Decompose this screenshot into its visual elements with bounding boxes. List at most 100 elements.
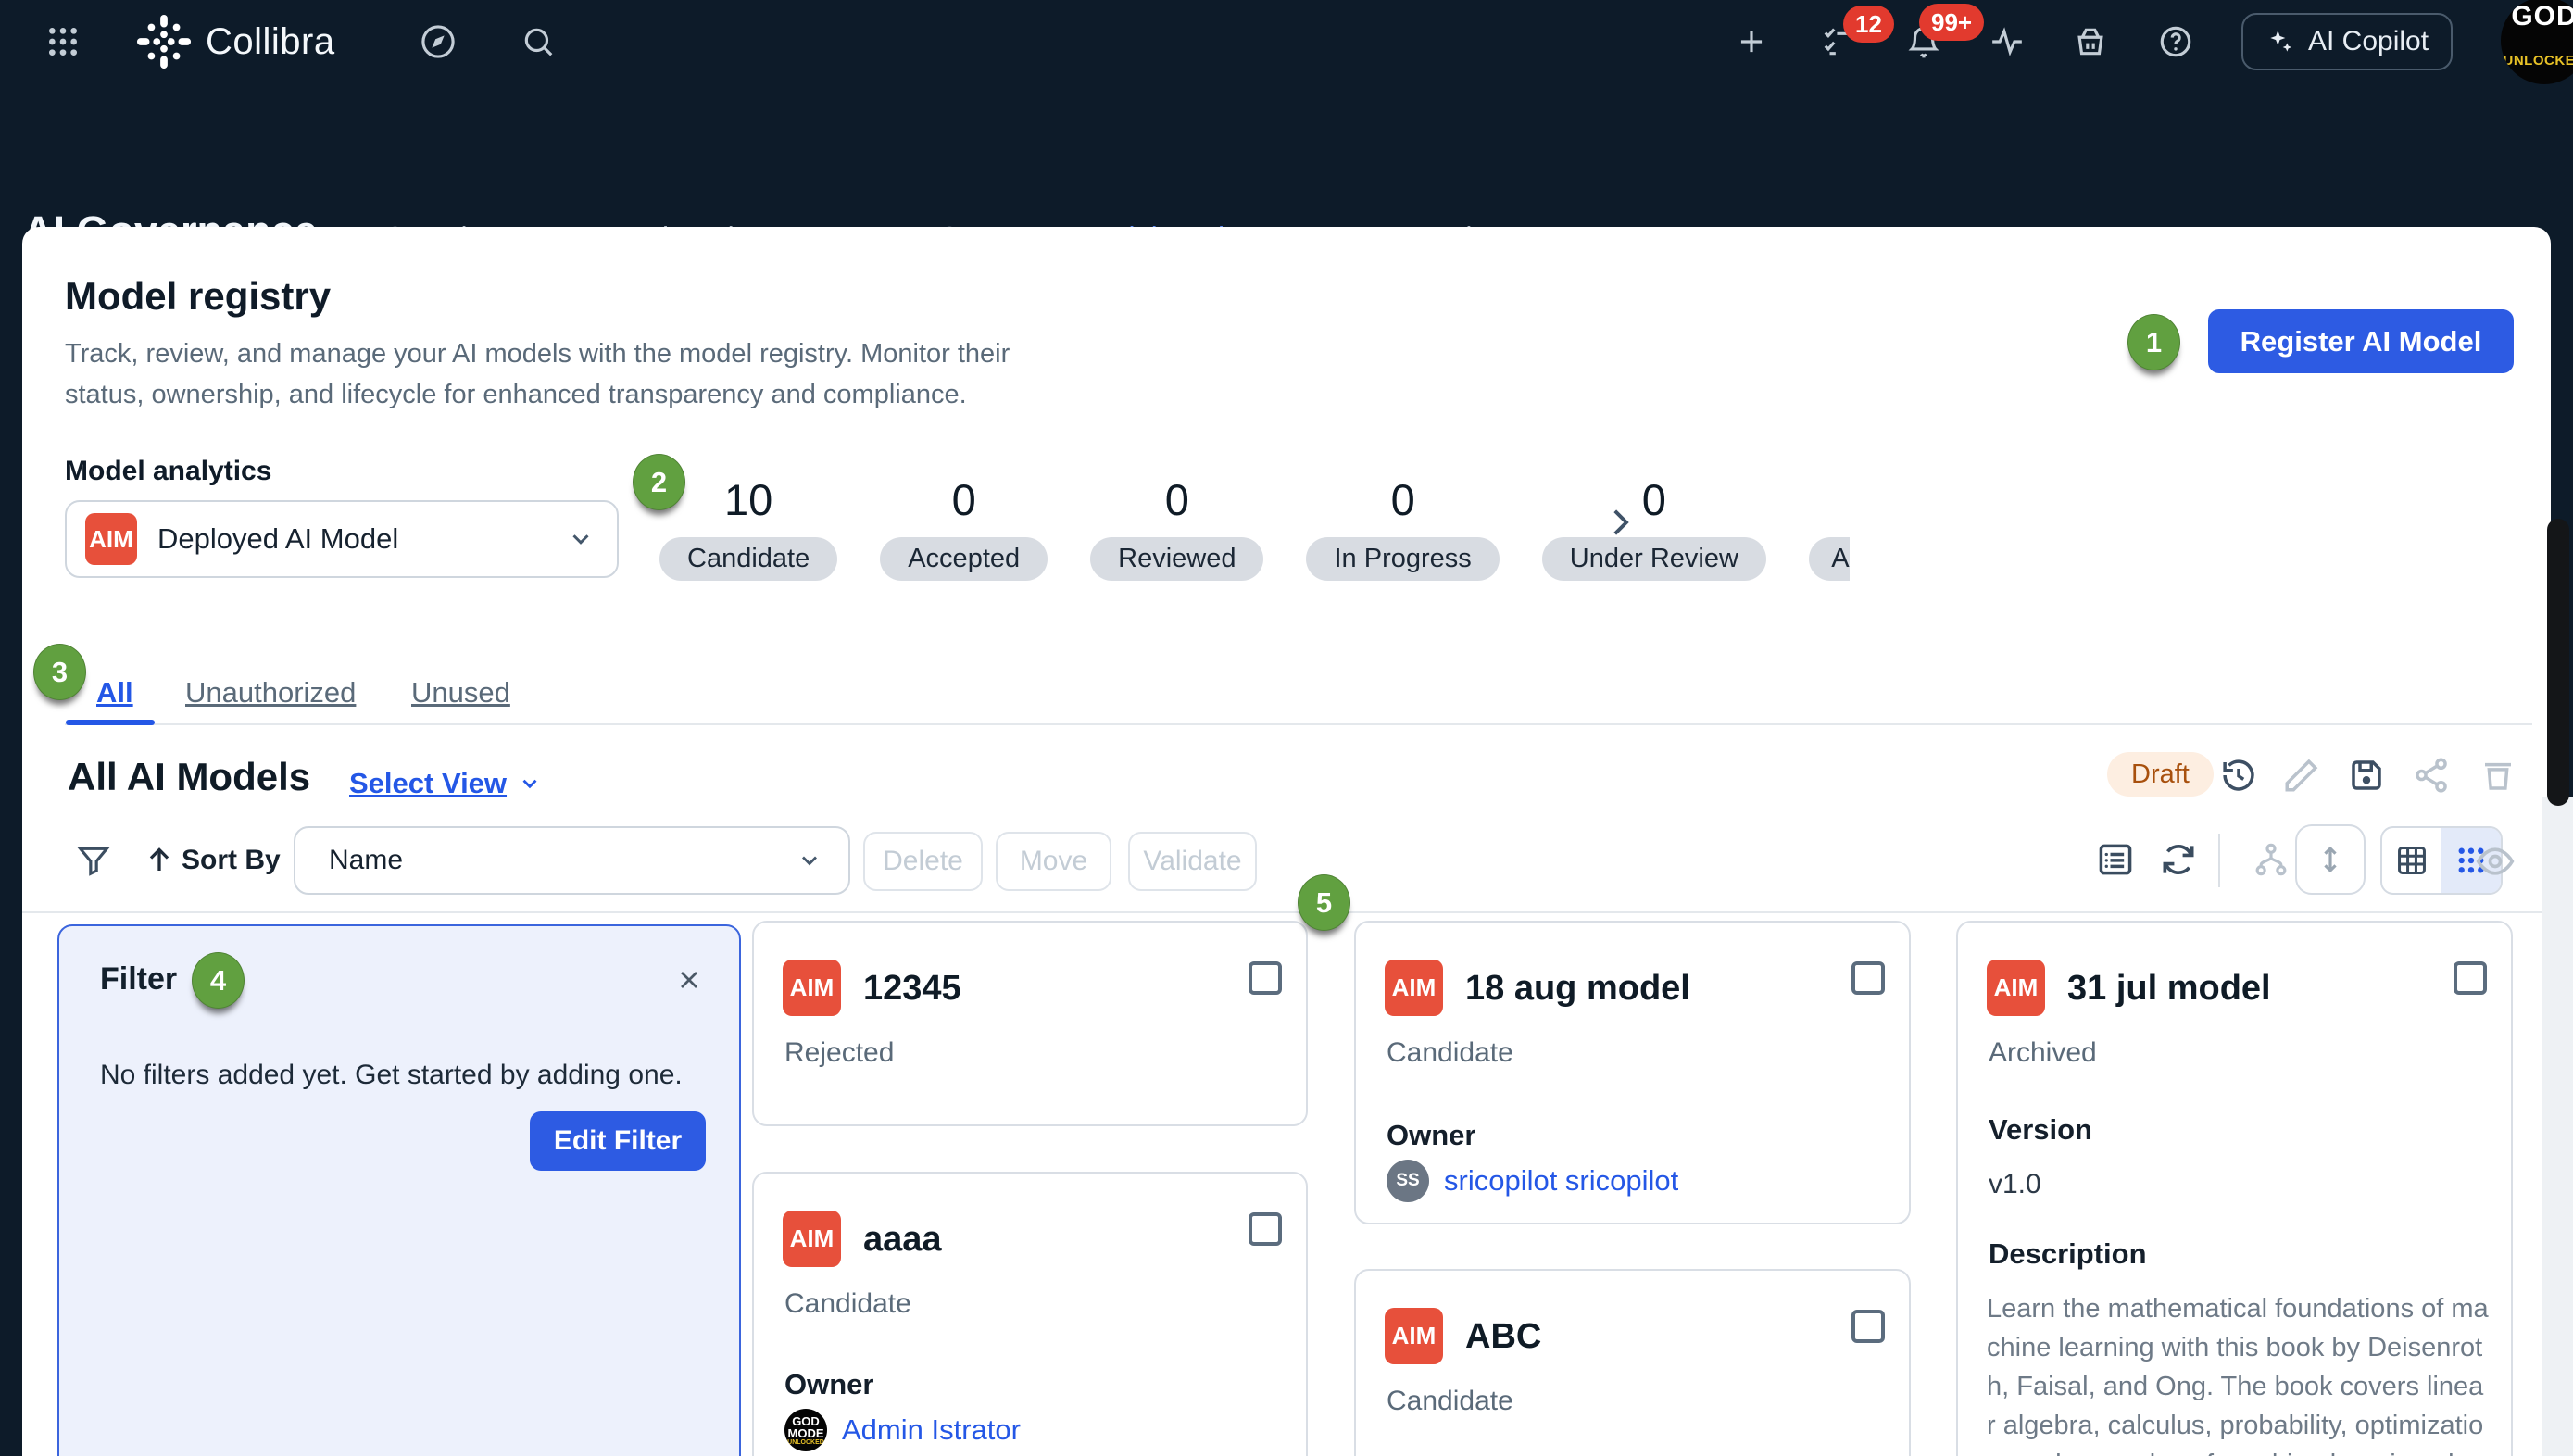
edit-filter-button[interactable]: Edit Filter xyxy=(530,1111,706,1171)
model-status: Candidate xyxy=(784,1288,911,1320)
hierarchy-icon[interactable] xyxy=(2253,841,2290,878)
save-icon[interactable] xyxy=(2347,756,2386,795)
preview-eye-icon[interactable] xyxy=(2475,841,2516,882)
user-avatar[interactable]: GOD UNLOCKED xyxy=(2501,0,2573,84)
delete-button[interactable]: Delete xyxy=(863,832,983,891)
owner-link[interactable]: sricopilot sricopilot xyxy=(1444,1164,1678,1198)
annotation-badge-2: 2 xyxy=(633,454,685,510)
page-title: Model registry xyxy=(65,274,331,319)
filter-icon[interactable] xyxy=(76,843,111,878)
version-label: Version xyxy=(1989,1113,2092,1147)
tabs-divider xyxy=(65,723,2532,725)
owner-link[interactable]: Admin Istrator xyxy=(842,1413,1021,1447)
annotation-badge-4: 4 xyxy=(192,952,245,1009)
chevron-down-icon xyxy=(518,772,542,796)
model-card-abc[interactable]: AIM ABC Candidate Owner xyxy=(1354,1269,1911,1456)
owner-avatar: GOD MODE UNLOCKED xyxy=(784,1409,827,1451)
stats-scroll-right-icon[interactable] xyxy=(1600,503,1639,542)
scrollbar-thumb[interactable] xyxy=(2547,519,2569,806)
search-icon[interactable] xyxy=(521,24,556,59)
row-height-button[interactable] xyxy=(2295,824,2366,895)
sort-direction-icon[interactable] xyxy=(143,843,176,876)
page: Collibra 12 99+ AI Co xyxy=(0,0,2573,1456)
close-icon[interactable] xyxy=(674,965,704,995)
help-icon[interactable] xyxy=(2158,24,2193,59)
sort-field-select[interactable]: Name xyxy=(294,826,850,895)
owner-label: Owner xyxy=(1387,1452,1475,1456)
description-text: Learn the mathematical foundations of ma… xyxy=(1987,1289,2491,1456)
scrollbar-track[interactable] xyxy=(2542,797,2573,1456)
model-checkbox[interactable] xyxy=(2454,961,2487,995)
details-list-icon[interactable] xyxy=(2095,839,2136,880)
stat-pill-candidate[interactable]: Candidate xyxy=(659,537,837,581)
ai-copilot-label: AI Copilot xyxy=(2308,26,2429,57)
add-icon[interactable] xyxy=(1734,24,1769,59)
aim-asset-badge: AIM xyxy=(1385,960,1443,1016)
register-ai-model-button[interactable]: Register AI Model xyxy=(2208,309,2514,373)
ai-copilot-button[interactable]: AI Copilot xyxy=(2241,13,2453,70)
notifications-count-badge: 99+ xyxy=(1919,4,1984,41)
model-analytics-label: Model analytics xyxy=(65,456,271,487)
toolbar-bottom-divider xyxy=(22,911,2551,913)
move-button[interactable]: Move xyxy=(996,832,1111,891)
stat-reviewed: 0 Reviewed xyxy=(1090,474,1263,581)
filter-empty-message: No filters added yet. Get started by add… xyxy=(100,1060,683,1091)
model-checkbox[interactable] xyxy=(1249,1212,1282,1246)
sparkles-icon xyxy=(2265,27,2295,56)
app-grid-icon[interactable] xyxy=(44,23,82,60)
model-status: Archived xyxy=(1989,1037,2097,1069)
stat-pill-in-progress[interactable]: In Progress xyxy=(1306,537,1499,581)
model-title[interactable]: ABC xyxy=(1465,1317,1541,1357)
model-title[interactable]: 18 aug model xyxy=(1465,969,1690,1009)
collibra-logo-icon[interactable] xyxy=(135,13,193,70)
model-title[interactable]: 12345 xyxy=(863,969,961,1009)
activity-icon[interactable] xyxy=(1989,24,2025,59)
model-status: Candidate xyxy=(1387,1037,1513,1069)
model-analytics-stats: 10 Candidate 0 Accepted 0 Reviewed 0 In … xyxy=(659,474,1850,581)
model-card-12345[interactable]: AIM 12345 Rejected xyxy=(752,921,1308,1126)
governance-nav: AI Governance Overview AI Legal Reviews … xyxy=(0,83,2573,227)
model-checkbox[interactable] xyxy=(1249,961,1282,995)
aim-asset-badge: AIM xyxy=(85,513,137,565)
basket-icon[interactable] xyxy=(2073,24,2108,59)
owner-label: Owner xyxy=(1387,1119,1475,1152)
tab-all[interactable]: All xyxy=(96,676,133,709)
model-title[interactable]: 31 jul model xyxy=(2067,969,2271,1009)
active-tab-indicator xyxy=(66,720,155,725)
stat-under-review: 0 Under Review xyxy=(1542,474,1766,581)
page-description: Track, review, and manage your AI models… xyxy=(65,333,1010,415)
aim-asset-badge: AIM xyxy=(783,1211,841,1267)
view-status-badge: Draft xyxy=(2107,752,2214,797)
annotation-badge-5: 5 xyxy=(1298,874,1350,931)
model-type-select[interactable]: AIM Deployed AI Model xyxy=(65,500,619,578)
top-navbar: Collibra 12 99+ AI Co xyxy=(0,0,2573,83)
section-title: All AI Models xyxy=(68,755,310,799)
stat-pill-reviewed[interactable]: Reviewed xyxy=(1090,537,1263,581)
model-card-18-aug-model[interactable]: AIM 18 aug model Candidate Owner SS sric… xyxy=(1354,921,1911,1224)
edit-icon[interactable] xyxy=(2282,756,2321,795)
annotation-badge-3: 3 xyxy=(33,644,86,700)
model-title[interactable]: aaaa xyxy=(863,1220,942,1260)
validate-button[interactable]: Validate xyxy=(1128,832,1257,891)
stat-pill-accepted[interactable]: Accepted xyxy=(880,537,1048,581)
select-view-dropdown[interactable]: Select View xyxy=(349,767,542,800)
stat-pill-under-review[interactable]: Under Review xyxy=(1542,537,1766,581)
refresh-icon[interactable] xyxy=(2158,839,2199,880)
tab-unused[interactable]: Unused xyxy=(411,676,510,709)
model-status: Rejected xyxy=(784,1037,894,1069)
model-checkbox[interactable] xyxy=(1851,961,1885,995)
filter-panel: Filter No filters added yet. Get started… xyxy=(57,924,741,1456)
share-icon[interactable] xyxy=(2412,756,2451,795)
filter-panel-title: Filter xyxy=(100,961,177,998)
history-icon[interactable] xyxy=(2219,756,2258,795)
compass-icon[interactable] xyxy=(419,22,458,61)
tab-unauthorized[interactable]: Unauthorized xyxy=(185,676,356,709)
description-label: Description xyxy=(1989,1237,2147,1271)
table-view-button[interactable] xyxy=(2382,828,2441,893)
model-card-31-jul-model[interactable]: AIM 31 jul model Archived Version v1.0 D… xyxy=(1956,921,2513,1456)
model-checkbox[interactable] xyxy=(1851,1310,1885,1343)
model-status: Candidate xyxy=(1387,1386,1513,1417)
chevron-down-icon xyxy=(567,525,595,553)
model-card-aaaa[interactable]: AIM aaaa Candidate Owner GOD MODE UNLOCK… xyxy=(752,1172,1308,1456)
delete-icon[interactable] xyxy=(2479,756,2517,795)
